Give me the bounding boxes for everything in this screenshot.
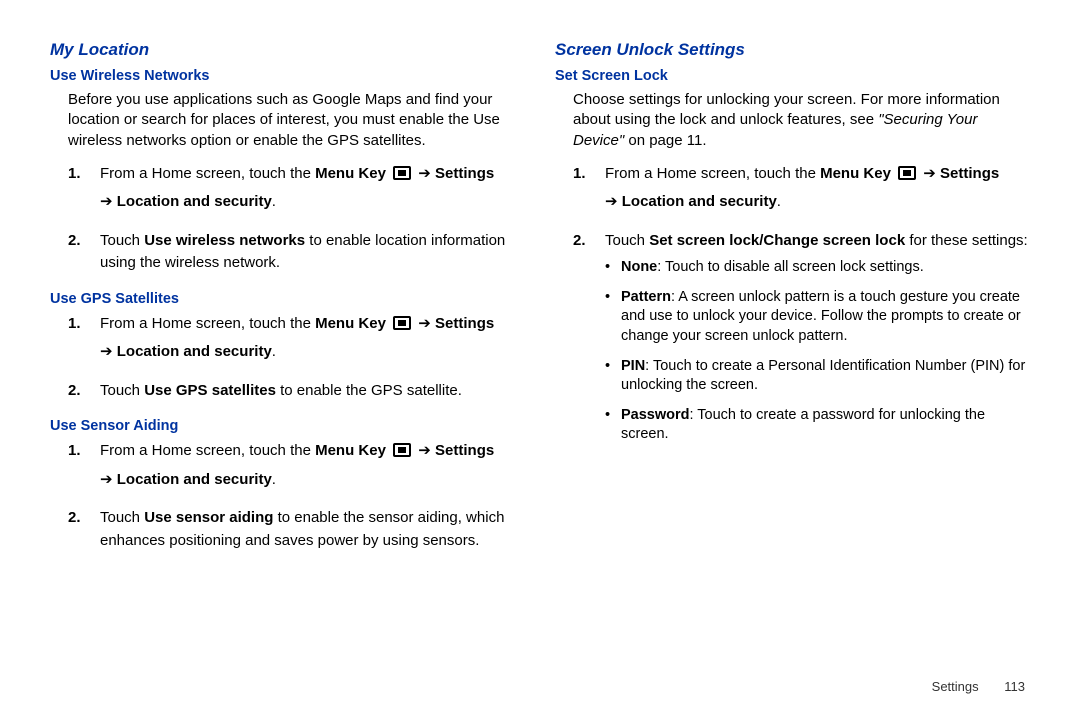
heading-my-location: My Location [50, 40, 525, 60]
intro-wireless: Before you use applications such as Goog… [68, 90, 525, 151]
lock-password: Password: Touch to create a password for… [605, 406, 1030, 445]
subhead-sensor: Use Sensor Aiding [50, 418, 525, 434]
lock-pin: PIN: Touch to create a Personal Identifi… [605, 357, 1030, 396]
left-column: My Location Use Wireless Networks Before… [50, 40, 525, 568]
step-gps-2: Touch Use GPS satellites to enable the G… [68, 380, 525, 403]
subhead-gps: Use GPS Satellites [50, 291, 525, 307]
step-gps-1: From a Home screen, touch the Menu Key ➔… [68, 313, 525, 364]
intro-setlock: Choose settings for unlocking your scree… [573, 90, 1030, 151]
step-sensor-2: Touch Use sensor aiding to enable the se… [68, 507, 525, 552]
step-wireless-2: Touch Use wireless networks to enable lo… [68, 230, 525, 275]
lock-none: None: Touch to disable all screen lock s… [605, 258, 1030, 278]
step-wireless-1: From a Home screen, touch the Menu Key ➔… [68, 163, 525, 214]
menu-key-icon [393, 316, 411, 330]
page-footer: Settings 113 [932, 679, 1025, 694]
step-sensor-1: From a Home screen, touch the Menu Key ➔… [68, 440, 525, 491]
lock-options-list: None: Touch to disable all screen lock s… [605, 258, 1030, 445]
steps-setlock: From a Home screen, touch the Menu Key ➔… [573, 163, 1030, 445]
lock-pattern: Pattern: A screen unlock pattern is a to… [605, 288, 1030, 347]
steps-gps: From a Home screen, touch the Menu Key ➔… [68, 313, 525, 403]
step-setlock-1: From a Home screen, touch the Menu Key ➔… [573, 163, 1030, 214]
footer-page-number: 113 [1004, 679, 1025, 694]
menu-key-icon [393, 166, 411, 180]
menu-key-icon [898, 166, 916, 180]
heading-screen-unlock: Screen Unlock Settings [555, 40, 1030, 60]
right-column: Screen Unlock Settings Set Screen Lock C… [555, 40, 1030, 568]
steps-wireless: From a Home screen, touch the Menu Key ➔… [68, 163, 525, 275]
subhead-setlock: Set Screen Lock [555, 68, 1030, 84]
page-columns: My Location Use Wireless Networks Before… [50, 40, 1030, 568]
steps-sensor: From a Home screen, touch the Menu Key ➔… [68, 440, 525, 552]
menu-key-icon [393, 443, 411, 457]
footer-section: Settings [932, 679, 979, 694]
subhead-wireless: Use Wireless Networks [50, 68, 525, 84]
step-setlock-2: Touch Set screen lock/Change screen lock… [573, 230, 1030, 445]
